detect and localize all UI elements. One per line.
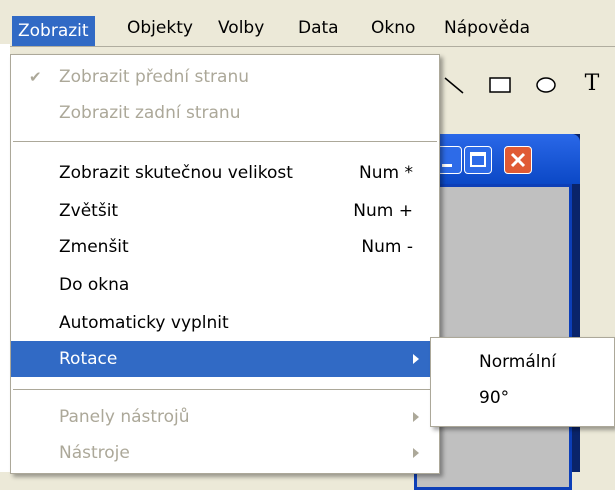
checkmark-icon: ✔ xyxy=(29,68,42,86)
menubar-item-okno[interactable]: Okno xyxy=(365,13,421,43)
menu-item-do-okna[interactable]: Do okna xyxy=(11,267,439,303)
menu-item-zobrazit-predni-stranu[interactable]: ✔ Zobrazit přední stranu xyxy=(11,59,439,95)
workspace-edge xyxy=(0,44,10,472)
menu-item-label: Zobrazit přední stranu xyxy=(59,67,249,87)
submenu-arrow-icon xyxy=(413,354,419,364)
submenu-item-normalni[interactable]: Normální xyxy=(431,344,614,380)
text-icon[interactable]: T xyxy=(577,69,607,99)
menu-item-label: Zobrazit zadní stranu xyxy=(59,103,241,123)
maximize-button[interactable] xyxy=(464,146,492,174)
menu-item-nastroje[interactable]: Nástroje xyxy=(11,435,439,471)
submenu-arrow-icon xyxy=(413,448,419,458)
menu-item-automaticky-vyplnit[interactable]: Automaticky vyplnit xyxy=(11,305,439,341)
submenu-item-label: Normální xyxy=(479,352,557,372)
menu-item-shortcut: Num + xyxy=(353,201,413,221)
menu-item-label: Zvětšit xyxy=(59,201,119,221)
submenu-item-90[interactable]: 90° xyxy=(431,380,614,416)
menu-item-zvetsit[interactable]: Zvětšit Num + xyxy=(11,193,439,229)
menu-bar: Zobrazit Objekty Volby Data Okno Nápověd… xyxy=(0,0,615,47)
menu-separator xyxy=(13,141,437,142)
menubar-item-data[interactable]: Data xyxy=(292,13,345,43)
menubar-item-objekty[interactable]: Objekty xyxy=(121,13,199,43)
menu-item-zobrazit-zadni-stranu[interactable]: Zobrazit zadní stranu xyxy=(11,95,439,131)
ellipse-icon[interactable] xyxy=(531,69,561,99)
zobrazit-menu: ✔ Zobrazit přední stranu Zobrazit zadní … xyxy=(10,54,440,474)
menubar-item-zobrazit[interactable]: Zobrazit xyxy=(12,16,95,46)
menu-item-label: Do okna xyxy=(59,275,130,295)
menu-item-panely-nastroju[interactable]: Panely nástrojů xyxy=(11,399,439,435)
submenu-item-label: 90° xyxy=(479,388,510,408)
menu-separator xyxy=(13,389,437,390)
menu-item-label: Zobrazit skutečnou velikost xyxy=(59,163,293,183)
menu-item-shortcut: Num * xyxy=(359,163,413,183)
menu-item-zobrazit-skutecnou-velikost[interactable]: Zobrazit skutečnou velikost Num * xyxy=(11,155,439,191)
menubar-item-volby[interactable]: Volby xyxy=(212,13,270,43)
menu-item-rotace[interactable]: Rotace xyxy=(11,341,439,377)
menu-item-shortcut: Num - xyxy=(361,237,413,257)
menu-item-label: Rotace xyxy=(59,349,118,369)
menu-item-label: Zmenšit xyxy=(59,237,129,257)
submenu-arrow-icon xyxy=(413,412,419,422)
close-button[interactable] xyxy=(504,146,532,174)
menu-item-label: Nástroje xyxy=(59,443,130,463)
menu-item-label: Panely nástrojů xyxy=(59,407,190,427)
menu-item-label: Automaticky vyplnit xyxy=(59,313,229,333)
drawing-toolbar: T xyxy=(435,55,615,115)
rotace-submenu: Normální 90° xyxy=(430,337,615,427)
line-icon[interactable] xyxy=(439,69,469,99)
rectangle-icon[interactable] xyxy=(485,69,515,99)
menu-item-zmensit[interactable]: Zmenšit Num - xyxy=(11,229,439,265)
menubar-item-napoveda[interactable]: Nápověda xyxy=(438,13,536,43)
